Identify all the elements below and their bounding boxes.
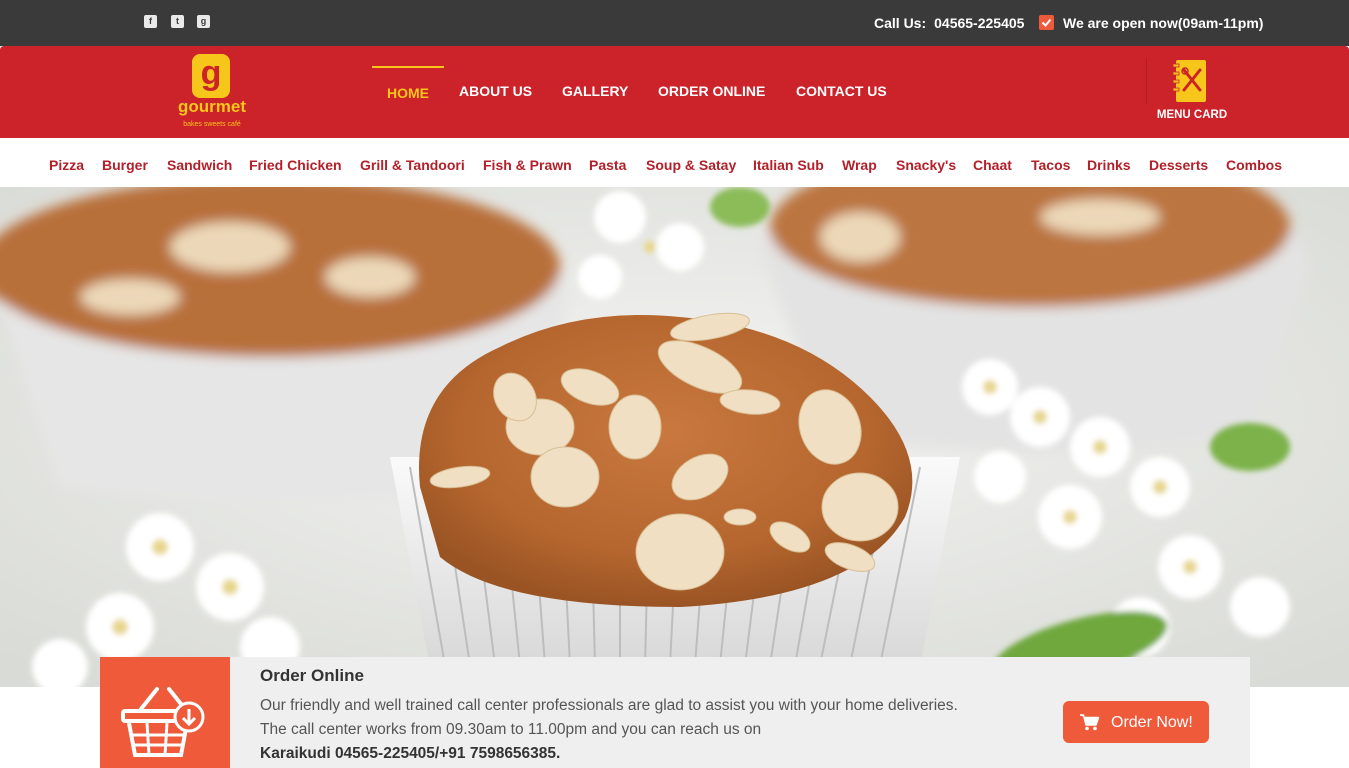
nav-order-online[interactable]: ORDER ONLINE	[658, 83, 765, 99]
category-snackys[interactable]: Snacky's	[896, 157, 956, 173]
logo[interactable]: g gourmet bakes sweets café	[170, 54, 250, 134]
category-burger[interactable]: Burger	[102, 157, 148, 173]
menu-book-icon	[1172, 60, 1206, 102]
top-bar: f t g Call Us: 04565-225405 We are open n…	[0, 0, 1349, 46]
call-us: Call Us: 04565-225405	[874, 15, 1024, 31]
category-wrap[interactable]: Wrap	[842, 157, 877, 173]
category-pasta[interactable]: Pasta	[589, 157, 626, 173]
nav-home[interactable]: HOME	[387, 85, 429, 101]
facebook-icon[interactable]: f	[144, 15, 157, 28]
check-icon	[1039, 15, 1054, 30]
category-sandwich[interactable]: Sandwich	[167, 157, 232, 173]
order-description-line-2: The call center works from 09.30am to 11…	[260, 721, 762, 738]
menu-divider	[1146, 58, 1147, 104]
twitter-icon[interactable]: t	[171, 15, 184, 28]
category-desserts[interactable]: Desserts	[1149, 157, 1208, 173]
order-now-button[interactable]: Order Now!	[1063, 701, 1209, 743]
main-header: g gourmet bakes sweets café HOME ABOUT U…	[0, 46, 1349, 138]
phone-number[interactable]: 04565-225405	[934, 15, 1024, 31]
call-label: Call Us:	[874, 15, 927, 31]
category-soup-satay[interactable]: Soup & Satay	[646, 157, 736, 173]
category-tacos[interactable]: Tacos	[1031, 157, 1070, 173]
order-description-line-1: Our friendly and well trained call cente…	[260, 697, 958, 714]
nav-gallery[interactable]: GALLERY	[562, 83, 628, 99]
order-icon-box	[100, 657, 230, 768]
logo-wordmark: gourmet	[178, 97, 246, 116]
category-fish-prawn[interactable]: Fish & Prawn	[483, 157, 572, 173]
nav-contact-us[interactable]: CONTACT US	[796, 83, 887, 99]
category-grill-tandoori[interactable]: Grill & Tandoori	[360, 157, 465, 173]
logo-mark: g	[192, 54, 230, 98]
category-combos[interactable]: Combos	[1226, 157, 1282, 173]
shopping-basket-icon	[121, 687, 205, 757]
category-fried-chicken[interactable]: Fried Chicken	[249, 157, 342, 173]
category-pizza[interactable]: Pizza	[49, 157, 84, 173]
order-title: Order Online	[260, 666, 364, 685]
order-online-panel: Order Online Our friendly and well train…	[100, 657, 1250, 768]
category-italian-sub[interactable]: Italian Sub	[753, 157, 824, 173]
menu-card-label: MENU CARD	[1156, 109, 1228, 121]
cart-icon	[1080, 714, 1100, 731]
nav-about-us[interactable]: ABOUT US	[459, 83, 532, 99]
order-now-label: Order Now!	[1111, 714, 1193, 731]
google-plus-icon[interactable]: g	[197, 15, 210, 28]
active-nav-indicator	[372, 66, 444, 68]
order-contact-numbers: Karaikudi 04565-225405/+91 7598656385.	[260, 745, 561, 762]
open-status: We are open now(09am-11pm)	[1063, 15, 1264, 31]
category-chaat[interactable]: Chaat	[973, 157, 1012, 173]
muffin-image	[0, 187, 1349, 687]
menu-card-button[interactable]: MENU CARD	[1151, 58, 1233, 124]
logo-tagline: bakes sweets café	[183, 121, 241, 128]
hero-banner	[0, 187, 1349, 687]
category-bar: Pizza Burger Sandwich Fried Chicken Gril…	[0, 138, 1349, 187]
category-drinks[interactable]: Drinks	[1087, 157, 1131, 173]
